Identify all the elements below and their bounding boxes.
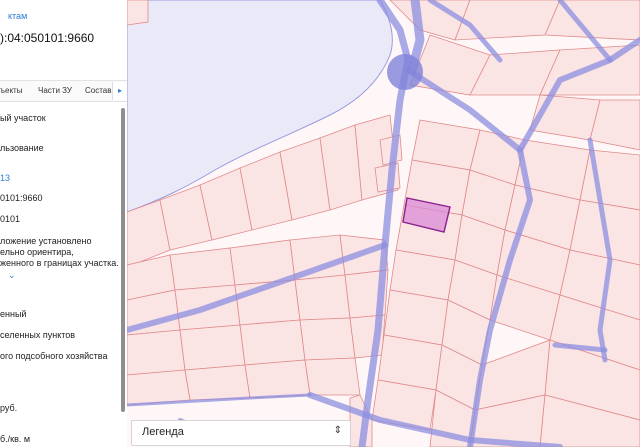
tab-bar: ъекты Части ЗУ Состав ▸: [0, 80, 127, 102]
field-status-value: енный: [0, 309, 27, 319]
legend-label: Легенда: [142, 426, 184, 438]
field-number-value: 0101:9660: [0, 193, 43, 203]
panel-scrollbar[interactable]: [121, 108, 125, 412]
address-line-1: ложение установлено: [0, 236, 92, 246]
tab-objects[interactable]: ъекты: [0, 86, 22, 95]
back-link[interactable]: ктам: [8, 11, 27, 22]
cadastral-number: ):04:050101:9660: [0, 31, 95, 45]
field-cost-value: руб.: [0, 403, 18, 413]
legend-dropdown[interactable]: Легенда ⇕: [131, 420, 351, 446]
field-usage-value: льзование: [0, 143, 44, 153]
sort-updown-icon: ⇕: [333, 425, 342, 436]
chevron-right-icon[interactable]: ▸: [112, 82, 127, 100]
tab-parts[interactable]: Части ЗУ: [38, 86, 72, 95]
field-quarter-value: 0101: [0, 214, 21, 224]
road-junction: [387, 54, 423, 90]
info-panel: ктам ):04:050101:9660 ъекты Части ЗУ Сос…: [0, 0, 127, 447]
field-permitted-use-value: ого подсобного хозяйства: [0, 351, 108, 361]
field-land-category-value: селенных пунктов: [0, 330, 76, 340]
address-line-3: женного в границах участка.: [0, 258, 119, 268]
cadastral-map[interactable]: [127, 0, 640, 447]
field-unit-cost-value: б./кв. м: [0, 434, 31, 444]
chevron-down-icon[interactable]: ⌄: [8, 270, 16, 281]
field-category-value: ый участок: [0, 113, 46, 123]
address-line-2: ельно ориентира,: [0, 247, 74, 257]
field-quarter-link[interactable]: 13: [0, 173, 10, 184]
tab-composition[interactable]: Состав: [85, 86, 112, 95]
